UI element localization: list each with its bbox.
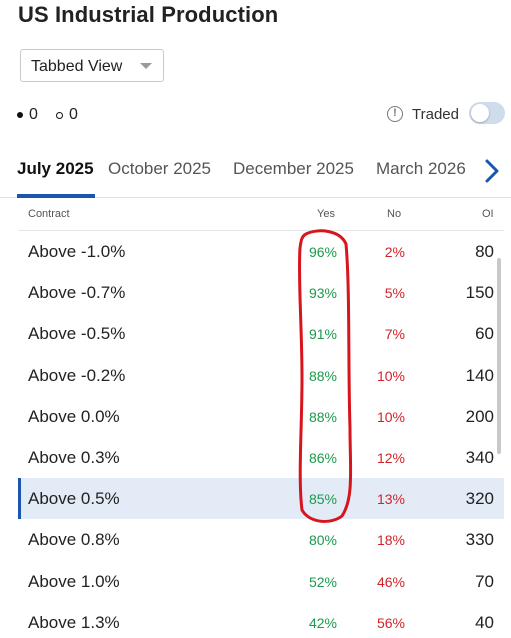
open-interest-cell: 150 — [465, 283, 494, 303]
open-interest-cell: 140 — [465, 365, 494, 385]
yes-price-cell[interactable]: 86% — [309, 450, 337, 466]
table-row[interactable]: Above 0.3% 86% 12% 340 — [18, 437, 504, 478]
contract-cell: Above 0.8% — [28, 530, 120, 550]
contract-cell: Above 0.5% — [28, 489, 120, 509]
chevron-down-icon — [140, 63, 152, 69]
open-interest-cell: 320 — [465, 489, 494, 509]
yes-price-cell[interactable]: 85% — [309, 491, 337, 507]
yes-price-cell[interactable]: 93% — [309, 285, 337, 301]
contract-cell: Above -1.0% — [28, 242, 126, 261]
table-row[interactable]: Above -0.7% 93% 5% 150 — [18, 272, 504, 313]
tab-december-2025[interactable]: December 2025 — [233, 159, 354, 179]
yes-price-cell[interactable]: 42% — [309, 615, 337, 631]
contracts-table: Above -1.0% 96% 2% 80 Above -0.7% 93% 5% 150 Abo… — [18, 231, 504, 638]
no-price-cell[interactable]: 18% — [377, 532, 405, 548]
table-row[interactable]: Above 0.5% 85% 13% 320 — [18, 478, 504, 520]
yes-price-cell[interactable]: 88% — [309, 368, 337, 384]
date-tabs: July 2025 October 2025 December 2025 Mar… — [0, 148, 511, 198]
no-price-cell[interactable]: 5% — [385, 285, 405, 301]
open-interest-cell: 40 — [475, 612, 494, 632]
open-interest-cell: 200 — [465, 406, 494, 426]
contract-cell: Above 0.3% — [28, 447, 120, 467]
no-price-cell[interactable]: 7% — [385, 326, 405, 342]
yes-price-cell[interactable]: 52% — [309, 574, 337, 590]
hollow-dot-counter: 0 — [56, 106, 78, 124]
column-header-oi: OI — [482, 208, 494, 220]
column-header-no: No — [387, 208, 402, 220]
filled-dot-counter: 0 — [17, 106, 38, 124]
table-row[interactable]: Above 0.8% 80% 18% 330 — [18, 519, 504, 560]
yes-price-cell[interactable]: 80% — [309, 532, 337, 548]
contract-cell: Above -0.5% — [28, 324, 126, 344]
table-row[interactable]: Above 1.0% 52% 46% 70 — [18, 561, 504, 602]
open-interest-cell: 60 — [475, 324, 494, 344]
tab-july-2025[interactable]: July 2025 — [17, 159, 94, 179]
table-row[interactable]: Above -0.2% 88% 10% 140 — [18, 355, 504, 396]
no-price-cell[interactable]: 12% — [377, 450, 405, 466]
table-row[interactable]: Above 1.3% 42% 56% 40 — [18, 602, 504, 638]
table-row[interactable]: Above -0.5% 91% 7% 60 — [18, 313, 504, 354]
tab-march-2026[interactable]: March 2026 — [376, 159, 466, 179]
column-header-yes: Yes — [317, 208, 335, 220]
page-title: US Industrial Production — [18, 2, 279, 27]
yes-price-cell[interactable]: 91% — [309, 326, 337, 342]
no-price-cell[interactable]: 10% — [377, 368, 405, 384]
table-row[interactable]: Above -1.0% 96% 2% 80 — [18, 231, 504, 272]
traded-toggle[interactable] — [469, 102, 505, 124]
open-interest-cell: 330 — [465, 530, 494, 550]
no-price-cell[interactable]: 13% — [377, 491, 405, 507]
contract-cell: Above 1.0% — [28, 571, 120, 591]
no-price-cell[interactable]: 46% — [377, 574, 405, 590]
tab-october-2025[interactable]: October 2025 — [108, 159, 211, 179]
open-interest-cell: 70 — [475, 571, 494, 591]
yes-price-cell[interactable]: 88% — [309, 409, 337, 425]
info-icon[interactable]: ! — [387, 106, 403, 122]
contract-cell: Above 0.0% — [28, 406, 120, 426]
table-row[interactable]: Above 0.0% 88% 10% 200 — [18, 396, 504, 437]
open-interest-cell: 80 — [475, 242, 494, 261]
dot-filled-icon — [17, 112, 23, 118]
column-header-contract: Contract — [28, 208, 70, 220]
no-price-cell[interactable]: 10% — [377, 409, 405, 425]
view-select-value: Tabbed View — [31, 58, 123, 75]
no-price-cell[interactable]: 2% — [385, 244, 405, 260]
scrollbar[interactable] — [497, 258, 501, 454]
traded-label: Traded — [412, 106, 459, 123]
open-interest-cell: 340 — [465, 447, 494, 467]
toggle-knob — [471, 104, 489, 122]
contract-cell: Above -0.7% — [28, 283, 126, 303]
no-price-cell[interactable]: 56% — [377, 615, 405, 631]
contract-cell: Above 1.3% — [28, 612, 120, 632]
active-tab-underline — [17, 194, 95, 198]
filled-dot-count: 0 — [29, 106, 38, 123]
contract-cell: Above -0.2% — [28, 365, 126, 385]
view-select[interactable]: Tabbed View — [20, 49, 164, 82]
chevron-right-icon[interactable] — [482, 158, 502, 184]
hollow-dot-count: 0 — [69, 106, 78, 123]
yes-price-cell[interactable]: 96% — [309, 244, 337, 260]
dot-hollow-icon — [56, 111, 63, 119]
